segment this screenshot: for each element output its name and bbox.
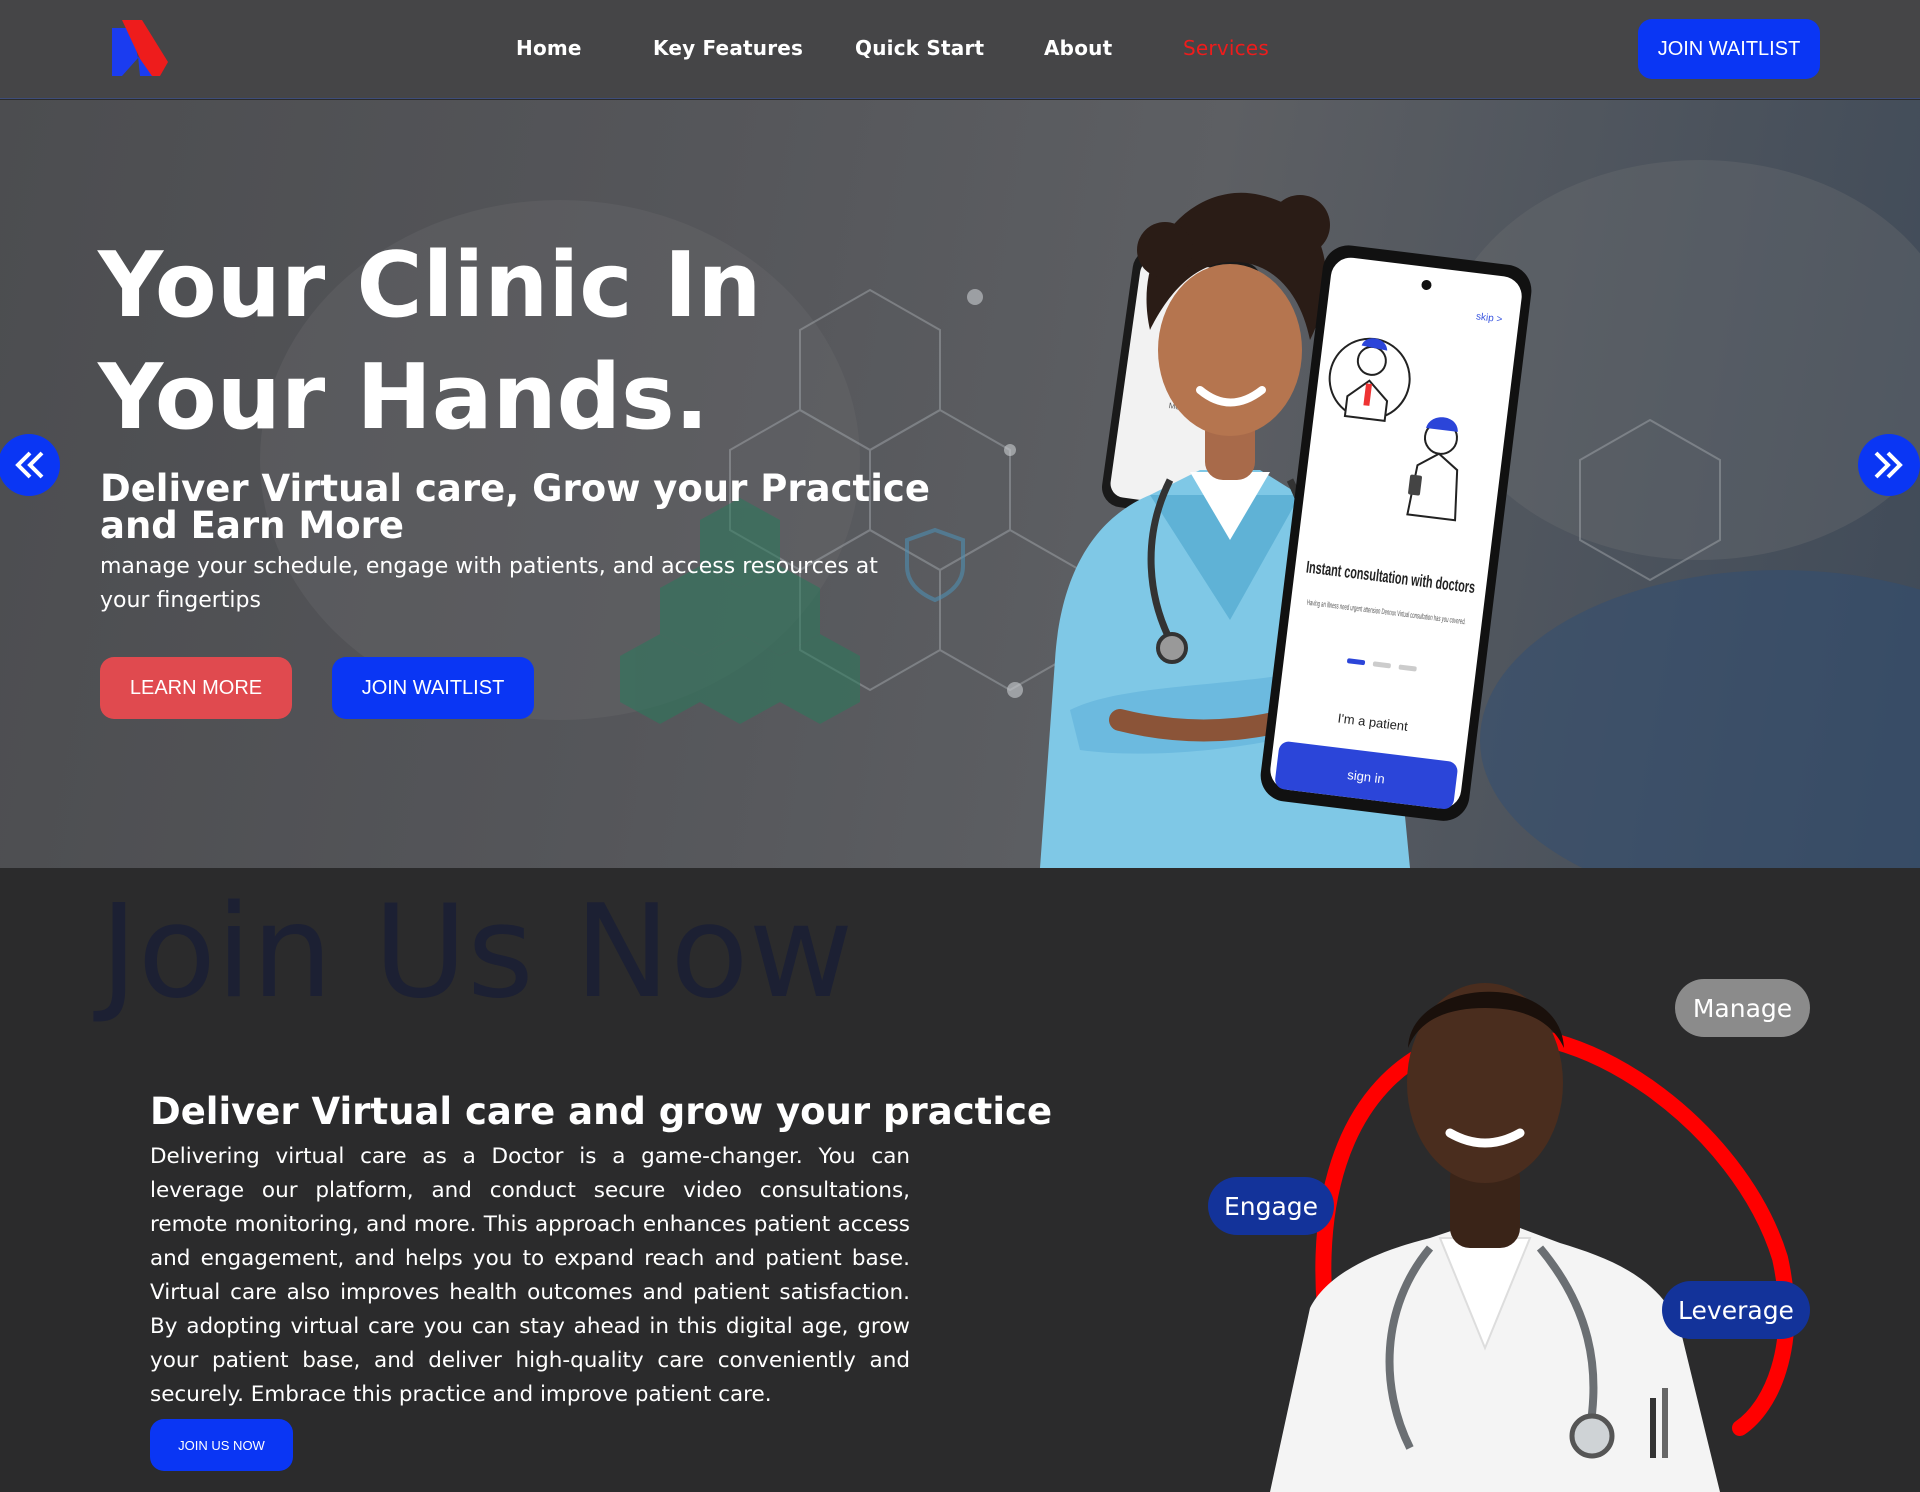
join-heading: Deliver Virtual care and grow your pract… bbox=[150, 1090, 1053, 1133]
nurse-with-phone-illustration: Mental Health skip > bbox=[1040, 192, 1532, 868]
manage-pill: Manage bbox=[1675, 979, 1810, 1037]
hero-subtitle: Deliver Virtual care, Grow your Practice… bbox=[100, 467, 930, 547]
hero-join-waitlist-button[interactable]: JOIN WAITLIST bbox=[332, 657, 534, 719]
carousel-next-button[interactable] bbox=[1858, 434, 1920, 496]
navbar: Home Key Features Quick Start About Serv… bbox=[0, 0, 1920, 99]
join-description: Delivering virtual care as a Doctor is a… bbox=[150, 1144, 910, 1407]
engage-pill: Engage bbox=[1208, 1177, 1334, 1235]
hero-description: manage your schedule, engage with patien… bbox=[100, 554, 878, 613]
double-chevron-left-icon bbox=[15, 451, 44, 479]
hero-section: Your Clinic In Your Hands. Deliver Virtu… bbox=[0, 100, 1920, 868]
learn-more-button[interactable]: LEARN MORE bbox=[100, 657, 292, 719]
nav-services[interactable]: Services bbox=[1183, 36, 1269, 60]
main-nav: Home Key Features Quick Start About Serv… bbox=[0, 0, 1920, 99]
carousel-prev-button[interactable] bbox=[0, 434, 60, 496]
nav-quick-start[interactable]: Quick Start bbox=[855, 36, 984, 60]
join-us-now-button[interactable]: JOIN US NOW bbox=[150, 1419, 293, 1471]
double-chevron-right-icon bbox=[1874, 451, 1903, 479]
nav-key-features[interactable]: Key Features bbox=[653, 36, 803, 60]
join-watermark-heading: Join Us Now bbox=[100, 878, 854, 1027]
nav-about[interactable]: About bbox=[1044, 36, 1112, 60]
nav-join-waitlist-button[interactable]: JOIN WAITLIST bbox=[1638, 19, 1820, 79]
join-section: Join Us Now Deliver Virtual care and gro… bbox=[0, 868, 1920, 1492]
hero-title: Your Clinic In Your Hands. bbox=[98, 233, 762, 450]
leverage-pill: Leverage bbox=[1662, 1281, 1810, 1339]
nav-home[interactable]: Home bbox=[516, 36, 582, 60]
